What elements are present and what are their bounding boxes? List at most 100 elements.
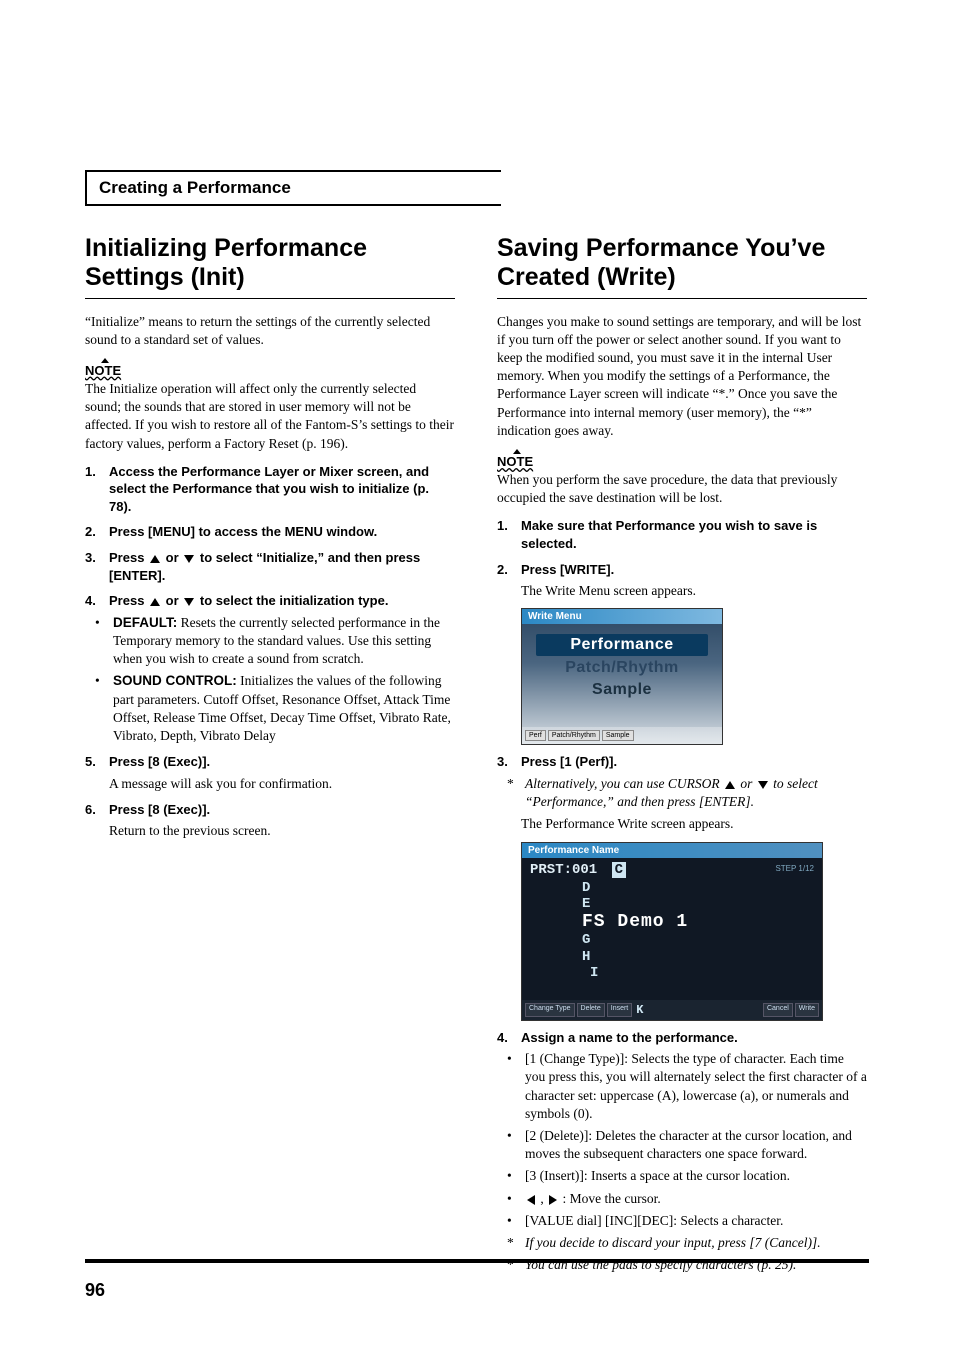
- shot2-step-ind: STEP 1/12: [775, 864, 814, 873]
- shot1-menu: Performance Patch/Rhythm Sample: [522, 624, 722, 727]
- step-num: 5.: [85, 753, 99, 771]
- step-text: Press or to select “Initialize,” and the…: [109, 549, 455, 584]
- shot1-item-sample: Sample: [564, 679, 680, 701]
- step-r1: 1. Make sure that Performance you wish t…: [497, 517, 867, 552]
- page-number: 96: [85, 1280, 105, 1301]
- step-text: Press [WRITE].: [521, 561, 614, 579]
- shot2-k: K: [634, 1003, 643, 1017]
- t: Press: [109, 550, 148, 565]
- heading-init: Initializing Performance Settings (Init): [85, 234, 455, 299]
- up-icon: [725, 781, 735, 789]
- t: or: [162, 550, 182, 565]
- shot1-item-performance: Performance: [536, 634, 708, 656]
- step-num: 1.: [85, 463, 99, 516]
- shot2-action-insert: Insert: [607, 1003, 633, 1017]
- shot1-actions: Perf Patch/Rhythm Sample: [522, 727, 722, 744]
- t: I: [590, 965, 814, 981]
- bullet-text: [2 (Delete)]: Deletes the character at t…: [525, 1127, 867, 1163]
- note-body-right: When you perform the save procedure, the…: [497, 471, 867, 507]
- step-num: 3.: [497, 753, 511, 771]
- bullet-delete: • [2 (Delete)]: Deletes the character at…: [507, 1127, 867, 1163]
- bullet-dot: •: [507, 1190, 517, 1208]
- step-text: Assign a name to the performance.: [521, 1029, 738, 1047]
- step-5: 5. Press [8 (Exec)].: [85, 753, 455, 771]
- step-num: 2.: [85, 523, 99, 541]
- bullet-sound-control: • SOUND CONTROL: Initializes the values …: [95, 672, 455, 745]
- right-column: Saving Performance You’ve Created (Write…: [497, 234, 867, 1278]
- step-text: Press [MENU] to access the MENU window.: [109, 523, 377, 541]
- step-num: 4.: [85, 592, 99, 610]
- star-icon: *: [507, 1234, 517, 1252]
- down-icon: [758, 781, 768, 789]
- t: H: [582, 949, 814, 965]
- shot1-title: Write Menu: [522, 609, 722, 624]
- perf-name-screenshot: Performance Name PRST:001 C STEP 1/12 D …: [521, 842, 823, 1021]
- shot1-action-patch: Patch/Rhythm: [548, 730, 600, 741]
- step-r2: 2. Press [WRITE].: [497, 561, 867, 579]
- right-icon: [549, 1195, 557, 1205]
- step-text: Press [8 (Exec)].: [109, 753, 210, 771]
- t: Press: [109, 593, 148, 608]
- bullet-change-type: • [1 (Change Type)]: Selects the type of…: [507, 1050, 867, 1123]
- step-6: 6. Press [8 (Exec)].: [85, 801, 455, 819]
- bullet-move-cursor: • , : Move the cursor.: [507, 1190, 867, 1208]
- star-icon: *: [507, 775, 517, 811]
- shot2-action-write: Write: [795, 1003, 819, 1017]
- shot2-cursor: C: [612, 862, 626, 878]
- star-cancel: * If you decide to discard your input, p…: [507, 1234, 867, 1252]
- bullet-dot: •: [95, 614, 105, 669]
- shot2-action-change: Change Type: [525, 1003, 575, 1017]
- shot2-action-cancel: Cancel: [763, 1003, 793, 1017]
- shot1-action-perf: Perf: [525, 730, 546, 741]
- note-icon: NOTE: [497, 454, 533, 469]
- note-body-left: The Initialize operation will affect onl…: [85, 380, 455, 453]
- step-5-sub: A message will ask you for confirmation.: [109, 775, 455, 793]
- up-icon: [150, 598, 160, 606]
- step-r2-sub: The Write Menu screen appears.: [521, 582, 867, 600]
- page: Creating a Performance Initializing Perf…: [0, 0, 954, 1351]
- down-icon: [184, 598, 194, 606]
- note-icon: NOTE: [85, 363, 121, 378]
- step-r3: 3. Press [1 (Perf)].: [497, 753, 867, 771]
- step-text: Press [1 (Perf)].: [521, 753, 617, 771]
- t: or: [162, 593, 182, 608]
- bullet-dot: •: [507, 1167, 517, 1185]
- bullet-dot: •: [507, 1050, 517, 1123]
- bullet-text: [3 (Insert)]: Inserts a space at the cur…: [525, 1167, 790, 1185]
- up-icon: [150, 555, 160, 563]
- star-text: If you decide to discard your input, pre…: [525, 1234, 821, 1252]
- shot2-actions: Change Type Delete Insert K Cancel Write: [522, 1000, 822, 1020]
- t: or: [737, 776, 756, 791]
- t: to select the initialization type.: [196, 593, 388, 608]
- step-r3-sub: The Performance Write screen appears.: [521, 815, 867, 833]
- step-num: 3.: [85, 549, 99, 584]
- bullet-text: [VALUE dial] [INC][DEC]: Selects a chara…: [525, 1212, 783, 1230]
- step-num: 4.: [497, 1029, 511, 1047]
- bullet-dot: •: [507, 1127, 517, 1163]
- bullet-label: SOUND CONTROL:: [113, 673, 237, 688]
- down-icon: [184, 555, 194, 563]
- step-num: 1.: [497, 517, 511, 552]
- step-6-sub: Return to the previous screen.: [109, 822, 455, 840]
- t: D: [582, 880, 814, 896]
- shot2-action-delete: Delete: [577, 1003, 605, 1017]
- section-header: Creating a Performance: [85, 170, 501, 206]
- t: Alternatively, you can use CURSOR: [525, 776, 723, 791]
- shot2-title: Performance Name: [522, 843, 822, 858]
- left-column: Initializing Performance Settings (Init)…: [85, 234, 455, 1278]
- step-text: Access the Performance Layer or Mixer sc…: [109, 463, 455, 516]
- bullet-label: DEFAULT:: [113, 615, 177, 630]
- step-r3-star: * Alternatively, you can use CURSOR or t…: [507, 775, 867, 811]
- shot2-prst: PRST:001 C: [530, 862, 814, 878]
- step-text: Make sure that Performance you wish to s…: [521, 517, 867, 552]
- step-4: 4. Press or to select the initialization…: [85, 592, 455, 610]
- shot1-item-patch: Patch/Rhythm: [536, 657, 708, 679]
- bullet-dot: •: [95, 672, 105, 745]
- shot1-action-sample: Sample: [602, 730, 634, 741]
- step-1: 1. Access the Performance Layer or Mixer…: [85, 463, 455, 516]
- shot2-body: PRST:001 C STEP 1/12 D E FS Demo 1 G H I: [522, 858, 822, 1000]
- write-menu-screenshot: Write Menu Performance Patch/Rhythm Samp…: [521, 608, 723, 745]
- bullet-insert: • [3 (Insert)]: Inserts a space at the c…: [507, 1167, 867, 1185]
- intro-write: Changes you make to sound settings are t…: [497, 313, 867, 441]
- step-3: 3. Press or to select “Initialize,” and …: [85, 549, 455, 584]
